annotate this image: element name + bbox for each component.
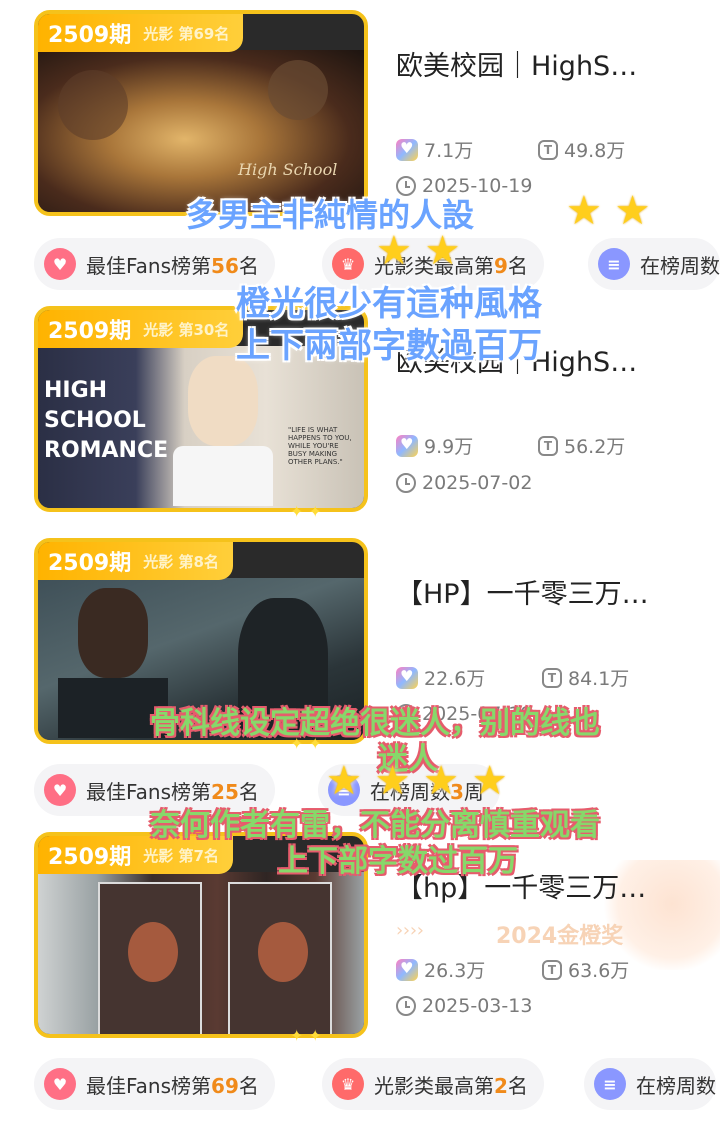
reads-count: 56.2万 <box>564 436 626 458</box>
reads-stat: T 49.8万 <box>538 136 625 163</box>
cover-art: HIGH SCHOOL ROMANCE "LIFE IS WHAT HAPPEN… <box>38 346 364 508</box>
pill-category-best[interactable]: ♛ 光影类最高第2名 <box>322 1058 544 1110</box>
cover-quote: "LIFE IS WHAT HAPPENS TO YOU, WHILE YOU'… <box>288 426 352 466</box>
reads-count: 49.8万 <box>564 140 626 162</box>
star-icon-row-3: ★ ★ ★ ★ <box>326 758 508 804</box>
award-watermark: 2024金橙奖 <box>496 924 624 949</box>
chevrons-icon: › › › › <box>396 920 424 941</box>
issue-number: 2509期 <box>48 845 132 870</box>
pill-weeks-on-list[interactable]: ≡ 在榜周数 <box>584 1058 716 1110</box>
work-title[interactable]: 【HP】一千零三万… <box>396 572 649 611</box>
issue-rank: 光影 第7名 <box>143 846 219 865</box>
cover-text: HIGH SCHOOL ROMANCE <box>44 378 169 463</box>
text-icon: T <box>538 139 558 160</box>
update-date: 2025-07-02 <box>422 472 533 494</box>
clock-icon <box>396 473 416 493</box>
overlay-note-1-line-3: 上下兩部字數過百万 <box>236 326 542 366</box>
list-badge-icon: ≡ <box>594 1068 626 1100</box>
issue-rank: 光影 第8名 <box>143 552 219 571</box>
issue-number: 2509期 <box>48 551 132 576</box>
sparkle-icon: ✦ ✦ <box>290 502 322 521</box>
issue-badge: 2509期 光影 第8名 <box>38 542 233 580</box>
text-icon: T <box>542 959 562 980</box>
likes-icon <box>396 958 418 981</box>
work-title[interactable]: 欧美校园｜HighS… <box>396 44 637 83</box>
list-badge-icon: ≡ <box>598 248 630 280</box>
cover-image[interactable]: 2509期 光影 第69名 High School <box>34 10 368 216</box>
likes-count: 9.9万 <box>424 436 474 458</box>
date-stat: 2025-07-02 <box>396 472 532 494</box>
reads-stat: T 84.1万 <box>542 664 629 691</box>
heart-badge-icon: ♥ <box>44 1068 76 1100</box>
star-icon-row-2: ★ ★ <box>376 228 461 274</box>
overlay-note-2-line-4: 上下部字数过百万 <box>278 844 518 879</box>
pill-best-fans[interactable]: ♥ 最佳Fans榜第69名 <box>34 1058 275 1110</box>
likes-count: 26.3万 <box>424 960 486 982</box>
likes-icon <box>396 434 418 457</box>
heart-badge-icon: ♥ <box>44 248 76 280</box>
reads-count: 63.6万 <box>568 960 630 982</box>
reads-stat: T 56.2万 <box>538 432 625 459</box>
issue-rank: 光影 第69名 <box>143 24 230 43</box>
cover-art: High School <box>38 50 364 212</box>
issue-number: 2509期 <box>48 319 132 344</box>
text-icon: T <box>538 435 558 456</box>
trophy-badge-icon: ♛ <box>332 1068 364 1100</box>
issue-badge: 2509期 光影 第30名 <box>38 310 244 348</box>
likes-stat: 22.6万 <box>396 664 485 691</box>
overlay-note-2-line-1: 骨科线设定超绝很迷人，别的线也 <box>150 706 600 741</box>
likes-icon <box>396 666 418 689</box>
star-icon-row-1: ★ ★ <box>566 188 651 234</box>
issue-rank: 光影 第30名 <box>143 320 230 339</box>
heart-badge-icon: ♥ <box>44 774 76 806</box>
likes-count: 7.1万 <box>424 140 474 162</box>
likes-count: 22.6万 <box>424 668 486 690</box>
date-stat: 2025-03-13 <box>396 995 532 1017</box>
pill-weeks-on-list[interactable]: ≡ 在榜周数 <box>588 238 720 290</box>
update-date: 2025-03-13 <box>422 995 533 1017</box>
clock-icon <box>396 996 416 1016</box>
issue-badge: 2509期 光影 第69名 <box>38 14 244 52</box>
reads-count: 84.1万 <box>568 668 630 690</box>
issue-number: 2509期 <box>48 23 132 48</box>
sparkle-icon: ✦ ✦ <box>290 1026 322 1045</box>
likes-stat: 7.1万 <box>396 136 473 163</box>
likes-stat: 9.9万 <box>396 432 473 459</box>
text-icon: T <box>542 667 562 688</box>
reads-stat: T 63.6万 <box>542 956 629 983</box>
likes-stat: 26.3万 <box>396 956 485 983</box>
likes-icon <box>396 138 418 161</box>
cover-art <box>38 872 364 1034</box>
